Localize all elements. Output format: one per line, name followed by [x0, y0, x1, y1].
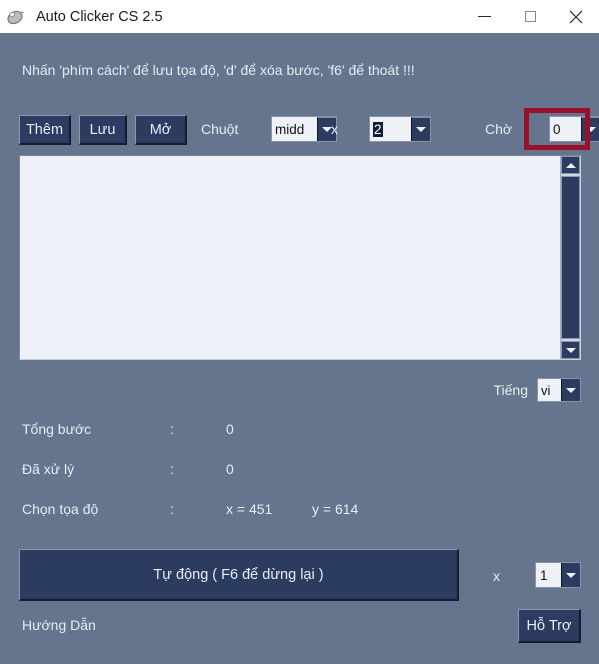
- mouse-button-select[interactable]: midd: [271, 116, 337, 142]
- stat-row-total-steps: Tổng bước : 0: [22, 418, 472, 458]
- window-controls: [461, 0, 599, 33]
- total-steps-separator: :: [170, 421, 174, 437]
- mouse-button-value: midd: [275, 121, 305, 137]
- processed-value: 0: [226, 461, 234, 477]
- language-value: vi: [541, 382, 551, 398]
- wait-select[interactable]: 0: [549, 116, 599, 142]
- minimize-icon: [477, 16, 491, 17]
- support-button[interactable]: Hỗ Trợ: [518, 609, 581, 643]
- mouse-button-label: Chuột: [201, 121, 239, 137]
- wait-label: Chờ: [485, 121, 513, 137]
- repeat-times-label: x: [493, 568, 500, 584]
- app-window: Auto Clicker CS 2.5 Nhấn 'phím cách' để …: [0, 0, 599, 664]
- auto-run-button[interactable]: Tự động ( F6 để dừng lại ): [19, 549, 459, 601]
- steps-textarea-content[interactable]: [20, 156, 560, 359]
- coordinate-y-value: y = 614: [312, 501, 359, 517]
- repeat-count-value: 1: [540, 567, 548, 583]
- total-steps-value: 0: [226, 421, 234, 437]
- close-button[interactable]: [553, 0, 599, 33]
- scrollbar-thumb[interactable]: [561, 176, 580, 339]
- steps-scrollbar[interactable]: [560, 156, 580, 359]
- click-count-value: 2: [373, 121, 383, 137]
- chevron-down-icon[interactable]: [561, 563, 580, 587]
- click-count-times-label: x: [331, 121, 338, 137]
- chevron-down-icon[interactable]: [411, 117, 430, 141]
- keyboard-hint-text: Nhấn 'phím cách' để lưu tọa độ, 'd' để x…: [22, 62, 415, 78]
- scroll-down-arrow-icon[interactable]: [561, 341, 580, 359]
- minimize-button[interactable]: [461, 0, 507, 33]
- coordinates-label: Chọn tọa độ: [22, 501, 99, 517]
- stat-row-coordinates: Chọn tọa độ : x = 451 y = 614: [22, 498, 472, 538]
- toolbar: Thêm Lưu Mở Chuột midd x 2 Chờ 0: [19, 115, 599, 147]
- repeat-count-select[interactable]: 1: [535, 562, 581, 588]
- mouse-icon: [0, 0, 30, 33]
- stats-panel: Tổng bước : 0 Đã xử lý : 0 Chọn tọa độ :…: [22, 418, 472, 538]
- window-title: Auto Clicker CS 2.5: [36, 8, 163, 25]
- stat-row-processed: Đã xử lý : 0: [22, 458, 472, 498]
- language-select[interactable]: vi: [537, 378, 581, 402]
- language-label: Tiếng: [493, 382, 528, 398]
- maximize-button[interactable]: [507, 0, 553, 33]
- chevron-down-icon[interactable]: [581, 117, 599, 141]
- title-bar: Auto Clicker CS 2.5: [0, 0, 599, 33]
- coordinate-x-value: x = 451: [226, 501, 273, 517]
- wait-value: 0: [553, 121, 561, 137]
- add-step-button[interactable]: Thêm: [19, 115, 71, 145]
- language-row: Tiếng vi: [493, 378, 581, 402]
- click-count-select[interactable]: 2: [369, 116, 431, 142]
- close-icon: [569, 10, 583, 23]
- maximize-icon: [524, 11, 536, 22]
- processed-separator: :: [170, 461, 174, 477]
- guide-link[interactable]: Hướng Dẫn: [22, 617, 96, 633]
- open-button[interactable]: Mở: [135, 115, 187, 145]
- processed-label: Đã xử lý: [22, 461, 75, 477]
- scroll-up-arrow-icon[interactable]: [561, 156, 580, 174]
- total-steps-label: Tổng bước: [22, 421, 92, 437]
- steps-textarea[interactable]: [19, 155, 581, 360]
- chevron-down-icon[interactable]: [561, 379, 580, 401]
- save-button[interactable]: Lưu: [79, 115, 127, 145]
- coordinates-separator: :: [170, 501, 174, 517]
